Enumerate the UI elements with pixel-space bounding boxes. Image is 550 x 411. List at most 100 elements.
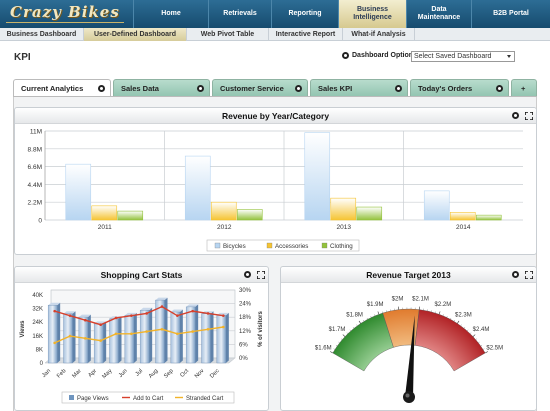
subnav-what-if-analysis[interactable]: What-if Analysis: [343, 28, 415, 41]
bar-clothing: [236, 209, 263, 221]
y-tick-label: 24K: [32, 320, 43, 326]
bar-accessories: [330, 197, 357, 221]
revenue-panel: Revenue by Year/Category 0 2.2M 4.4M 6.6M 8.…: [14, 107, 537, 255]
target-panel: Revenue Target 2013 $1.6M $1.7M $1.8M $1.9M…: [280, 266, 537, 411]
gear-icon[interactable]: [496, 85, 503, 92]
tab-current-analytics[interactable]: Current Analytics: [13, 79, 111, 97]
y2-tick-label: 30%: [239, 288, 252, 294]
y-tick-label: 8.8M: [28, 146, 42, 153]
gauge-tick: [358, 320, 361, 324]
nav-home[interactable]: Home: [133, 0, 208, 28]
bar-bicycles: [304, 132, 331, 221]
bar-accessories: [210, 201, 237, 221]
tab-customer-service[interactable]: Customer Service: [212, 79, 308, 96]
gauge-tick: [472, 334, 476, 337]
bar-clothing: [117, 210, 144, 221]
gear-icon: [342, 52, 349, 59]
subnav-business-dashboard[interactable]: Business Dashboard: [0, 28, 84, 41]
expand-icon[interactable]: [256, 270, 266, 280]
dashboard-options-button[interactable]: Dashboard Options: [342, 52, 417, 59]
nav-retrievals[interactable]: Retrievals: [208, 0, 271, 28]
legend-swatch: [214, 242, 221, 249]
x-tick-label: Mar: [71, 368, 82, 379]
app-logo[interactable]: Crazy Bikes: [6, 3, 124, 23]
gauge-tick-label: $1.7M: [329, 327, 346, 333]
bar-bicycles: [65, 163, 92, 221]
expand-icon[interactable]: [524, 111, 534, 121]
y-tick-label: 11M: [30, 129, 42, 136]
gear-icon[interactable]: [197, 85, 204, 92]
subnav-interactive-report[interactable]: Interactive Report: [269, 28, 343, 41]
gauge-tick: [438, 311, 441, 315]
saved-dashboard-select-value: Select Saved Dashboard: [414, 53, 492, 60]
expand-icon[interactable]: [524, 270, 534, 280]
point-add-to-cart: [222, 314, 225, 317]
x-tick-label: Oct: [179, 368, 190, 379]
x-tick-label: Dec: [209, 368, 221, 380]
point-stranded-cart: [130, 332, 133, 336]
gauge-minor-tick: [463, 326, 466, 329]
revenue-chart: 0 2.2M 4.4M 6.6M 8.8M 11M 2011 2012 2013 2014 Bicy…: [28, 129, 523, 252]
gear-icon[interactable]: [512, 112, 519, 119]
bar-bicycles: [423, 190, 450, 221]
y-tick-label: 8K: [36, 347, 43, 353]
nav-b2b-portal[interactable]: B2B Portal: [471, 0, 550, 28]
point-stranded-cart: [160, 327, 164, 331]
gear-icon[interactable]: [244, 271, 251, 278]
chevron-down-icon: [507, 55, 511, 58]
nav-reporting[interactable]: Reporting: [271, 0, 338, 28]
cart-panel: Shopping Cart Stats 0 0% 8K 6% 16K 12% 24K 18% 3…: [14, 266, 269, 411]
x-tick-label: 2011: [98, 224, 112, 231]
nav-data-maintenance[interactable]: Data Maintenance: [406, 0, 471, 28]
y2-tick-label: 6%: [239, 342, 248, 348]
gauge-minor-tick: [366, 317, 368, 320]
add-tab-button[interactable]: +: [511, 79, 537, 96]
tab-sales-kpi[interactable]: Sales KPI: [310, 79, 408, 96]
saved-dashboard-select[interactable]: Select Saved Dashboard: [411, 51, 515, 62]
tab-label: Customer Service: [220, 83, 284, 93]
gear-icon[interactable]: [295, 85, 302, 92]
subnav-user-defined-dashboard[interactable]: User-Defined Dashboard: [84, 28, 187, 41]
tab-sales-data[interactable]: Sales Data: [113, 79, 210, 96]
legend-label: Clothing: [330, 243, 353, 250]
y2-tick-label: 18%: [239, 315, 252, 321]
gauge-tick-label: $1.9M: [367, 302, 384, 308]
cart-chart: 0 0% 8K 6% 16K 12% 24K 18% 32K 24% 40K 30% Views % of…: [20, 288, 264, 404]
gauge-minor-tick: [446, 316, 448, 318]
chart-legend: Bicycles Accessories Clothing: [206, 239, 360, 252]
point-add-to-cart: [114, 316, 118, 320]
tab-todays-orders[interactable]: Today's Orders: [410, 79, 509, 96]
tab-label: Today's Orders: [418, 83, 473, 93]
panel-tools: [512, 111, 534, 121]
point-add-to-cart: [99, 323, 102, 327]
gauge-minor-tick: [346, 332, 349, 334]
bar-bicycles: [184, 155, 211, 221]
gauge-pivot-highlight: [405, 393, 410, 398]
subnav-web-pivot-table[interactable]: Web Pivot Table: [187, 28, 269, 41]
x-tick-label: 2012: [217, 224, 232, 231]
y-tick-label: 0: [38, 218, 42, 225]
y-tick-label: 6.6M: [28, 164, 42, 171]
gauge-tick-label: $1.6M: [315, 346, 332, 352]
bar-page-views: [201, 313, 211, 364]
nav-business-intelligence[interactable]: Business Intelligence: [338, 0, 406, 28]
bar-clothing: [475, 214, 502, 221]
gauge-tick-label: $1.8M: [346, 312, 363, 318]
bar-side: [195, 304, 199, 363]
x-tick-label: Jul: [135, 368, 144, 377]
point-add-to-cart: [68, 314, 72, 317]
gear-icon[interactable]: [512, 271, 519, 278]
gauge-minor-tick: [482, 348, 485, 350]
x-tick-label: Sep: [163, 368, 175, 380]
point-stranded-cart: [84, 337, 87, 340]
gear-icon[interactable]: [98, 85, 105, 92]
gear-icon[interactable]: [395, 85, 402, 92]
y-tick-label: 4.4M: [28, 182, 42, 189]
bar-accessories: [91, 205, 118, 221]
y-tick-label: 2.2M: [28, 200, 42, 207]
bar-page-views: [93, 323, 104, 364]
gauge-tick: [457, 320, 460, 324]
y2-tick-label: 12%: [239, 329, 252, 335]
gauge-minor-tick: [480, 345, 483, 347]
bar-page-views: [216, 315, 227, 364]
